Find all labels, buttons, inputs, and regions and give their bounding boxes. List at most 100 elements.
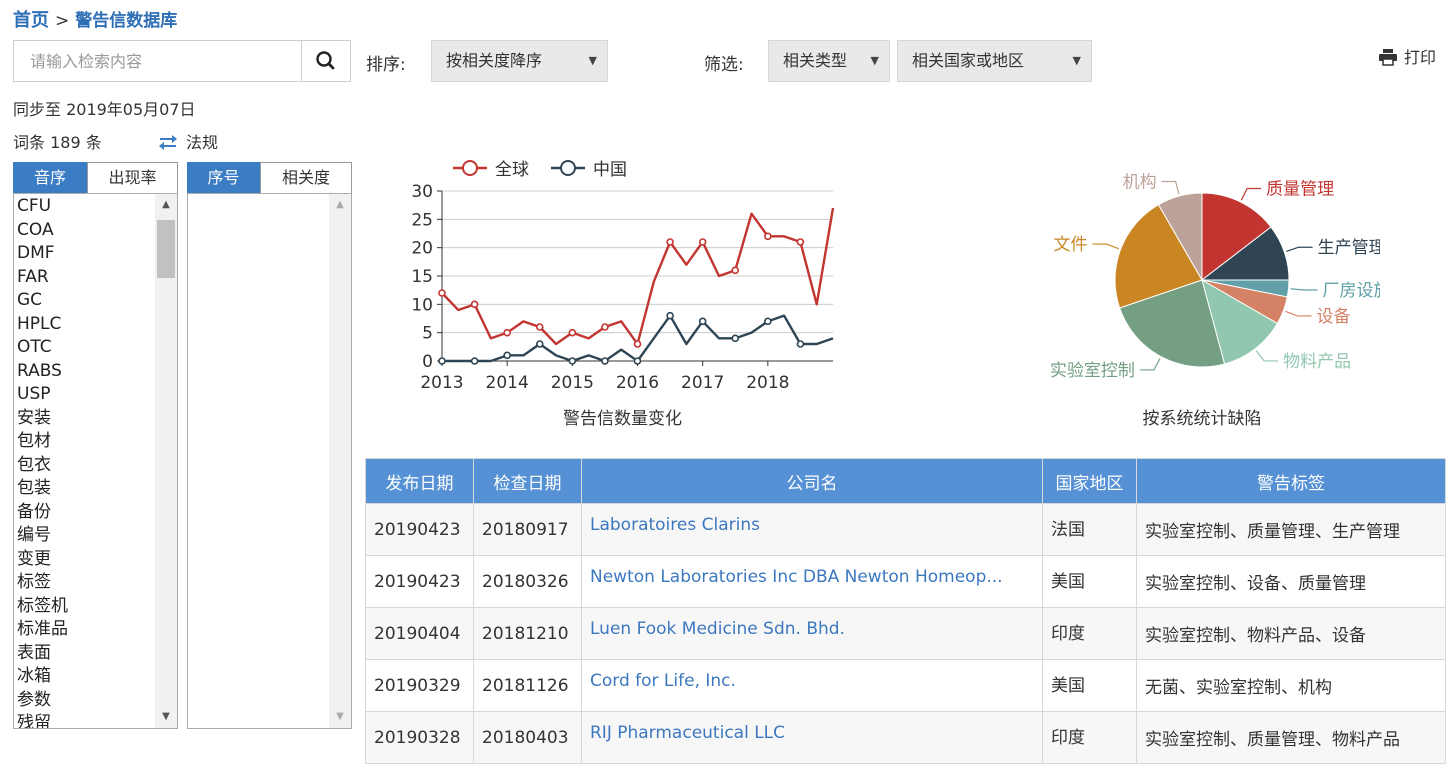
pie-label-line — [1240, 187, 1262, 201]
term-list-item[interactable]: OTC — [17, 336, 68, 360]
term-list-item[interactable]: CFU — [17, 195, 68, 219]
data-point[interactable] — [568, 328, 577, 337]
data-point[interactable] — [503, 328, 511, 337]
data-point[interactable] — [666, 311, 674, 320]
term-list-item[interactable]: COA — [17, 219, 68, 243]
data-point[interactable] — [438, 289, 446, 297]
legend-label[interactable]: 中国 — [593, 160, 627, 180]
sort-select[interactable]: 按相关度降序 ▼ — [431, 40, 608, 82]
table-header-row: 发布日期 检查日期 公司名 国家地区 警告标签 — [365, 458, 1446, 504]
line-chart-y-axis: 0 5 10 15 20 25 30 — [411, 182, 443, 372]
data-point[interactable] — [535, 340, 544, 348]
country-cell: 印度 — [1042, 607, 1137, 660]
pie-slice-label: 实验室控制 — [1050, 361, 1135, 381]
header-publish-date[interactable]: 发布日期 — [365, 458, 474, 504]
scroll-up-arrow-icon[interactable]: ▲ — [155, 194, 177, 216]
term-list-item[interactable]: RABS — [17, 360, 68, 384]
data-point[interactable] — [666, 238, 674, 246]
data-point[interactable] — [438, 357, 446, 365]
data-point[interactable] — [601, 323, 609, 331]
term-list-item[interactable]: 备份 — [17, 501, 68, 525]
tags-cell: 实验室控制、质量管理、生产管理 — [1136, 503, 1446, 556]
term-list-item[interactable]: 安装 — [17, 407, 68, 431]
pie-slice-label: 设备 — [1316, 307, 1350, 327]
company-name-link[interactable]: Cord for Life, Inc. — [581, 659, 1043, 712]
entry-count-text: 词条 189 条 — [13, 133, 102, 152]
company-name-link[interactable]: RIJ Pharmaceutical LLC — [581, 711, 1043, 764]
tab-sequence[interactable]: 序号 — [187, 162, 260, 194]
term-list-item[interactable]: FAR — [17, 266, 68, 290]
scroll-down-arrow-icon[interactable]: ▼ — [155, 706, 177, 728]
company-name-link[interactable]: Luen Fook Medicine Sdn. Bhd. — [581, 607, 1043, 660]
tab-alphabetical[interactable]: 音序 — [13, 162, 87, 194]
scrollbar-thumb[interactable] — [157, 220, 175, 278]
scroll-up-arrow-icon[interactable]: ▲ — [329, 194, 351, 216]
term-list-item[interactable]: 表面 — [17, 642, 68, 666]
data-point[interactable] — [731, 334, 740, 343]
header-company[interactable]: 公司名 — [581, 458, 1043, 504]
term-list-item[interactable]: 参数 — [17, 689, 68, 713]
line-chart-legend: 全球 中国 — [453, 160, 627, 180]
term-list-item[interactable]: 标准品 — [17, 618, 68, 642]
scroll-down-arrow-icon[interactable]: ▼ — [329, 706, 351, 728]
term-list-item[interactable]: 标签 — [17, 571, 68, 595]
term-list-item[interactable]: DMF — [17, 242, 68, 266]
term-list-item[interactable]: 包装 — [17, 477, 68, 501]
data-point[interactable] — [601, 357, 609, 365]
table-row[interactable]: 20190329 20181126 Cord for Life, Inc. 美国 无菌、… — [365, 659, 1446, 712]
pie-slice-label: 厂房设施 — [1323, 281, 1380, 301]
search-input[interactable] — [14, 41, 302, 81]
table-row[interactable]: 20190423 20180917 Laboratoires Clarins 法国 实验… — [365, 503, 1446, 556]
term-list-item[interactable]: GC — [17, 289, 68, 313]
header-country[interactable]: 国家地区 — [1042, 458, 1137, 504]
data-point[interactable] — [535, 323, 544, 331]
header-inspection-date[interactable]: 检查日期 — [473, 458, 582, 504]
data-point[interactable] — [568, 357, 577, 365]
publish-date-cell: 20190328 — [365, 711, 474, 764]
data-point[interactable] — [470, 300, 479, 309]
data-point[interactable] — [731, 266, 740, 275]
term-list-scrollbar[interactable]: ▲ ▼ — [155, 194, 177, 728]
term-list-item[interactable]: 包材 — [17, 430, 68, 454]
company-name-link[interactable]: Laboratoires Clarins — [581, 503, 1043, 556]
company-name-link[interactable]: Newton Laboratories Inc DBA Newton Homeo… — [581, 555, 1043, 608]
data-point[interactable] — [764, 232, 772, 241]
data-point[interactable] — [503, 351, 511, 360]
x-tick-label: 2015 — [551, 373, 594, 393]
filter-region-select[interactable]: 相关国家或地区 ▼ — [897, 40, 1092, 82]
data-point[interactable] — [698, 317, 707, 326]
pie-label-line — [1092, 243, 1119, 250]
data-point[interactable] — [764, 317, 772, 326]
tab-frequency[interactable]: 出现率 — [87, 162, 178, 194]
search-box — [13, 40, 351, 82]
data-point[interactable] — [796, 238, 805, 246]
data-point[interactable] — [633, 357, 642, 365]
term-list-item[interactable]: HPLC — [17, 313, 68, 337]
term-list-item[interactable]: 冰箱 — [17, 665, 68, 689]
data-point[interactable] — [796, 340, 805, 348]
tab-relevance[interactable]: 相关度 — [260, 162, 352, 194]
term-list-item[interactable]: USP — [17, 383, 68, 407]
data-point[interactable] — [470, 357, 479, 365]
term-list-item[interactable]: 标签机 — [17, 595, 68, 619]
search-button[interactable] — [301, 41, 350, 81]
data-point[interactable] — [698, 238, 707, 246]
line-chart-series — [438, 207, 835, 365]
term-list-item[interactable]: 编号 — [17, 524, 68, 548]
filter-type-select[interactable]: 相关类型 ▼ — [768, 40, 890, 82]
table-row[interactable]: 20190423 20180326 Newton Laboratories Inc … — [365, 555, 1446, 608]
y-tick-label: 0 — [422, 352, 433, 372]
print-button[interactable]: 打印 — [1378, 44, 1436, 68]
related-list-scrollbar[interactable]: ▲ ▼ — [329, 194, 351, 728]
term-list-item[interactable]: 包衣 — [17, 454, 68, 478]
breadcrumb-home-link[interactable]: 首页 — [13, 10, 49, 31]
table-row[interactable]: 20190328 20180403 RIJ Pharmaceutical LLC 印度… — [365, 711, 1446, 764]
legend-label[interactable]: 全球 — [495, 160, 529, 180]
header-tags[interactable]: 警告标签 — [1136, 458, 1446, 504]
data-point[interactable] — [633, 340, 642, 348]
table-row[interactable]: 20190404 20181210 Luen Fook Medicine Sdn. … — [365, 607, 1446, 660]
term-list-item[interactable]: 变更 — [17, 548, 68, 572]
term-list-item[interactable]: 残留 — [17, 712, 68, 728]
law-toggle-link[interactable]: 法规 — [158, 129, 218, 153]
pie-slice-label: 机构 — [1123, 172, 1157, 192]
